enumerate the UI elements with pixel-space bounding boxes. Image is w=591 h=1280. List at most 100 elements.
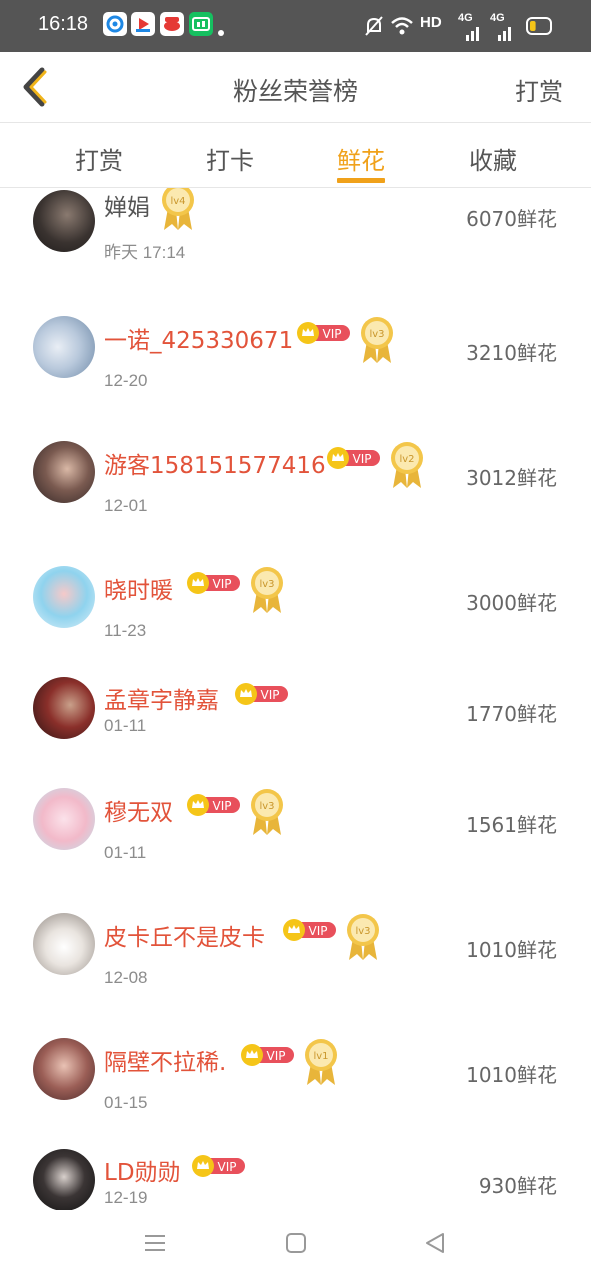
vip-badge: VIP (241, 1044, 294, 1066)
svg-text:lv3: lv3 (355, 926, 370, 937)
list-item[interactable]: 游客158151577416 VIP lv2 12-01 3012鲜花 (16, 410, 574, 536)
date-label: 12-19 (104, 1188, 148, 1207)
user-name: 游客158151577416 (104, 453, 326, 479)
wifi-icon (390, 14, 414, 40)
menu-icon (145, 1235, 165, 1251)
tab-flowers[interactable]: 鲜花 (311, 141, 411, 176)
svg-text:lv2: lv2 (399, 454, 414, 465)
flower-amount: 1010鲜花 (466, 1063, 557, 1087)
date-label: 12-20 (104, 371, 148, 390)
flower-amount: 1561鲜花 (466, 813, 557, 837)
list-item[interactable]: LD勋勋 VIP 12-19 930鲜花 (16, 1132, 574, 1210)
reward-action-button[interactable]: 打赏 (515, 72, 563, 107)
date-label: 01-11 (104, 716, 147, 735)
flower-amount: 1010鲜花 (466, 938, 557, 962)
svg-text:VIP: VIP (353, 452, 372, 466)
page-title: 粉丝荣誉榜 (232, 77, 358, 106)
svg-text:lv3: lv3 (259, 801, 274, 812)
status-time: 16:18 (38, 13, 89, 35)
date-label: 01-11 (104, 843, 147, 862)
user-name: 孟章字静嘉 (104, 688, 219, 714)
date-label: 11-23 (104, 621, 147, 640)
list-item[interactable]: 一诺_425330671 VIP lv3 12-20 3210鲜花 (16, 285, 574, 411)
flower-amount: 3000鲜花 (466, 591, 557, 615)
avatar (33, 190, 95, 252)
date-label: 12-08 (104, 968, 148, 987)
vip-badge: VIP (327, 447, 380, 469)
user-name: 晓时暖 (104, 578, 173, 604)
back-triangle-icon (426, 1233, 444, 1253)
tab-reward[interactable]: 打赏 (49, 141, 149, 176)
avatar (33, 788, 95, 850)
user-name: 一诺_425330671 (104, 328, 294, 354)
weibo-icon (160, 12, 184, 36)
signal-icon-2 (498, 25, 516, 45)
iqiyi-icon (189, 12, 213, 36)
svg-text:VIP: VIP (213, 799, 232, 813)
vip-badge: VIP (192, 1155, 245, 1177)
flower-amount: 1770鲜花 (466, 702, 557, 726)
svg-text:VIP: VIP (267, 1049, 286, 1063)
level-medal-icon: lv3 (361, 317, 393, 363)
list-item[interactable]: 孟章字静嘉 VIP 01-11 1770鲜花 (16, 660, 574, 758)
flower-amount: 6070鲜花 (466, 207, 557, 231)
user-name: 隔壁不拉稀. (104, 1050, 227, 1076)
list-item[interactable]: 皮卡丘不是皮卡 VIP lv3 12-08 1010鲜花 (16, 882, 574, 1008)
home-square-icon (286, 1233, 306, 1253)
svg-text:VIP: VIP (323, 327, 342, 341)
flower-amount: 930鲜花 (478, 1174, 557, 1198)
avatar (33, 441, 95, 503)
svg-text:lv3: lv3 (259, 579, 274, 590)
date-label: 昨天 17:14 (104, 243, 186, 262)
header-bar: 粉丝荣誉榜 打赏 (0, 52, 591, 123)
level-medal-icon: lv3 (251, 567, 283, 613)
notification-dot (218, 30, 224, 36)
system-nav-bar (0, 1210, 591, 1280)
svg-text:lv4: lv4 (170, 196, 185, 207)
nav-back-button[interactable] (424, 1232, 446, 1258)
avatar (33, 1149, 95, 1210)
vip-badge: VIP (297, 322, 350, 344)
date-label: 12-01 (104, 496, 148, 515)
svg-text:VIP: VIP (213, 577, 232, 591)
list-item[interactable]: 婵娟 lv4 昨天 17:14 6070鲜花 (16, 188, 574, 286)
level-medal-icon: lv1 (305, 1039, 337, 1085)
tab-checkin[interactable]: 打卡 (180, 141, 280, 176)
list-item[interactable]: 穆无双 VIP lv3 01-11 1561鲜花 (16, 757, 574, 883)
user-name: 穆无双 (104, 800, 173, 826)
tab-active-indicator (337, 178, 385, 183)
avatar (33, 316, 95, 378)
avatar (33, 913, 95, 975)
user-name: 皮卡丘不是皮卡 (104, 925, 265, 951)
status-bar: 16:18 HD 4G 4G (0, 0, 591, 52)
tab-favorites[interactable]: 收藏 (443, 141, 543, 176)
level-medal-icon: lv3 (251, 789, 283, 835)
level-medal-icon: lv3 (347, 914, 379, 960)
menu-button[interactable] (144, 1232, 166, 1258)
vip-badge: VIP (283, 919, 336, 941)
svg-text:lv1: lv1 (313, 1051, 328, 1062)
flower-amount: 3210鲜花 (466, 341, 557, 365)
flower-amount: 3012鲜花 (466, 466, 557, 490)
home-button[interactable] (285, 1232, 307, 1258)
level-medal-icon: lv2 (391, 442, 423, 488)
level-medal-icon: lv4 (162, 188, 194, 230)
signal-label-1: 4G (458, 12, 473, 24)
date-label: 01-15 (104, 1093, 148, 1112)
fan-ranking-list: 婵娟 lv4 昨天 17:14 6070鲜花 一诺_425330671 VIP … (16, 188, 574, 1210)
mute-bell-icon (364, 15, 384, 41)
video-app-icon (131, 12, 155, 36)
app-circle-icon (103, 12, 127, 36)
svg-text:VIP: VIP (309, 924, 328, 938)
svg-text:VIP: VIP (261, 688, 280, 702)
svg-text:lv3: lv3 (369, 329, 384, 340)
avatar (33, 566, 95, 628)
vip-badge: VIP (187, 572, 240, 594)
battery-icon (526, 17, 554, 39)
vip-badge: VIP (235, 683, 288, 705)
hd-label: HD (420, 14, 442, 31)
list-item[interactable]: 晓时暖 VIP lv3 11-23 3000鲜花 (16, 535, 574, 661)
user-name: LD勋勋 (104, 1160, 181, 1186)
list-item[interactable]: 隔壁不拉稀. VIP lv1 01-15 1010鲜花 (16, 1007, 574, 1133)
svg-text:VIP: VIP (218, 1160, 237, 1174)
